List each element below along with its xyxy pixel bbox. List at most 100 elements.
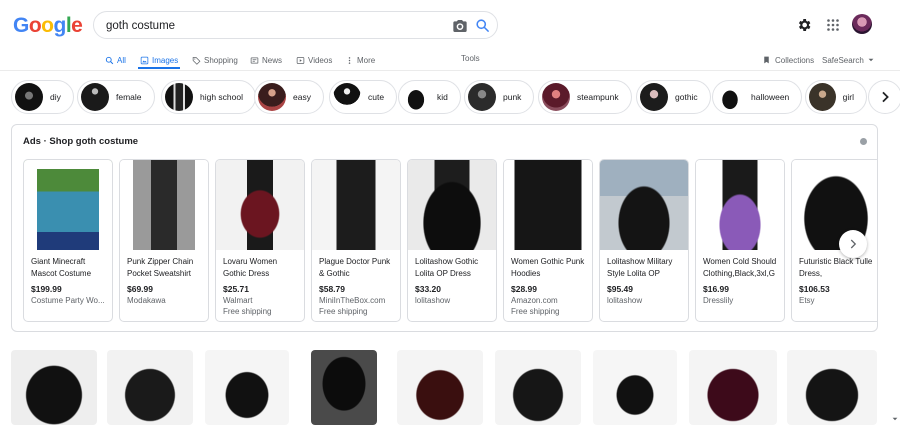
product-card[interactable]: Women Cold Should Clothing,Black,3xl,G $…	[695, 159, 785, 322]
product-store: Etsy	[799, 296, 815, 305]
gear-icon[interactable]	[796, 17, 812, 33]
product-image	[696, 160, 784, 250]
image-result[interactable]	[311, 350, 377, 425]
chip-label: gothic	[675, 92, 698, 102]
product-card[interactable]: Lolitashow Gothic Lolita OP Dress $33.20…	[407, 159, 497, 322]
chip-female[interactable]: female	[77, 80, 155, 114]
ads-next-button[interactable]	[839, 230, 867, 258]
product-price: $95.49	[607, 284, 633, 294]
safesearch-label: SafeSearch	[822, 55, 864, 65]
chevron-right-icon	[882, 91, 889, 103]
chip-thumbnail	[81, 83, 109, 111]
product-card[interactable]: Women Gothic Punk Hoodies $28.99 Amazon.…	[503, 159, 593, 322]
tab-more[interactable]: More	[345, 53, 375, 67]
chip-thumbnail	[402, 83, 430, 111]
chevron-right-icon	[850, 239, 857, 249]
product-price: $106.53	[799, 284, 830, 294]
related-chips: diy female high school easy cute kid pun…	[0, 80, 900, 116]
image-result[interactable]	[593, 350, 677, 425]
product-price: $16.99	[703, 284, 729, 294]
chip-label: steampunk	[577, 92, 619, 102]
product-card[interactable]: Plague Doctor Punk & Gothic $58.79 MiniI…	[311, 159, 401, 322]
product-image	[504, 160, 592, 250]
chip-steampunk[interactable]: steampunk	[538, 80, 632, 114]
product-card[interactable]: Lolitashow Military Style Lolita OP $95.…	[599, 159, 689, 322]
more-icon	[348, 56, 351, 64]
product-store: MiniInTheBox.com	[319, 296, 386, 305]
search-tabs: All Images Shopping News Videos More Too…	[0, 50, 900, 70]
search-input[interactable]	[106, 18, 436, 34]
product-name: Giant Minecraft Mascot Costume	[31, 257, 92, 278]
product-image	[216, 160, 304, 250]
tab-videos[interactable]: Videos	[296, 53, 332, 67]
tools-label: Tools	[461, 53, 480, 63]
product-price: $69.99	[127, 284, 153, 294]
chip-high-school[interactable]: high school	[161, 80, 257, 114]
chip-easy[interactable]: easy	[254, 80, 324, 114]
tab-shopping[interactable]: Shopping	[192, 53, 238, 67]
product-image	[24, 160, 112, 250]
chip-punk[interactable]: punk	[464, 80, 535, 114]
chip-cute[interactable]: cute	[329, 80, 398, 114]
image-results-grid	[0, 350, 900, 425]
chip-label: halloween	[751, 92, 790, 102]
chip-label: girl	[842, 92, 854, 102]
product-store: Modakawa	[127, 296, 166, 305]
collections-label: Collections	[775, 55, 815, 65]
chips-next-button[interactable]	[868, 80, 900, 114]
chip-label: cute	[368, 92, 385, 102]
chip-label: punk	[503, 92, 522, 102]
product-name: Women Gothic Punk Hoodies	[511, 257, 585, 278]
camera-icon[interactable]	[452, 18, 468, 34]
tab-news[interactable]: News	[250, 53, 282, 67]
logo-letter: o	[28, 14, 42, 37]
product-card[interactable]: Punk Zipper Chain Pocket Sweatshirt $69.…	[119, 159, 209, 322]
google-logo[interactable]: Google	[13, 14, 83, 38]
active-tab-indicator	[138, 67, 180, 69]
scroll-down-icon[interactable]	[892, 416, 898, 422]
chip-halloween[interactable]: halloween	[712, 80, 803, 114]
safesearch-button[interactable]: SafeSearch	[822, 53, 874, 67]
product-name: Futuristic Black Tulle Dress,	[799, 257, 873, 278]
product-price: $25.71	[223, 284, 249, 294]
search-icon[interactable]	[475, 18, 490, 33]
image-result[interactable]	[205, 350, 289, 425]
apps-grid-icon[interactable]	[827, 19, 839, 31]
search-box[interactable]	[93, 11, 498, 39]
chip-thumbnail	[716, 83, 744, 111]
product-store: lolitashow	[415, 296, 451, 305]
product-image	[600, 160, 688, 250]
caret-down-icon	[868, 58, 874, 62]
chip-gothic[interactable]: gothic	[636, 80, 711, 114]
account-avatar[interactable]	[852, 14, 872, 34]
product-store: lolitashow	[607, 296, 643, 305]
image-result[interactable]	[107, 350, 193, 425]
product-name: Lovaru Women Gothic Dress	[223, 257, 278, 278]
collections-button[interactable]: Collections	[762, 53, 814, 67]
chip-girl[interactable]: girl	[805, 80, 867, 114]
chip-diy[interactable]: diy	[11, 80, 74, 114]
product-price: $199.99	[31, 284, 62, 294]
chip-kid[interactable]: kid	[398, 80, 461, 114]
logo-letter: g	[53, 14, 67, 37]
header-divider	[0, 70, 900, 71]
image-icon	[140, 56, 149, 64]
image-result[interactable]	[495, 350, 581, 425]
product-store: Amazon.com	[511, 296, 558, 305]
product-image	[120, 160, 208, 250]
image-result[interactable]	[787, 350, 877, 425]
product-price: $33.20	[415, 284, 441, 294]
image-result[interactable]	[397, 350, 483, 425]
product-card[interactable]: Lovaru Women Gothic Dress $25.71 Walmart…	[215, 159, 305, 322]
tab-all[interactable]: All	[105, 53, 126, 67]
chip-thumbnail	[15, 83, 43, 111]
image-result[interactable]	[689, 350, 777, 425]
product-card[interactable]: Giant Minecraft Mascot Costume $199.99 C…	[23, 159, 113, 322]
bookmark-icon	[764, 56, 769, 64]
tools-button[interactable]: Tools	[461, 51, 480, 65]
product-name: Lolitashow Military Style Lolita OP	[607, 257, 673, 278]
tab-images[interactable]: Images	[140, 53, 178, 67]
info-icon[interactable]	[860, 138, 867, 145]
product-name: Plague Doctor Punk & Gothic	[319, 257, 391, 278]
image-result[interactable]	[11, 350, 97, 425]
